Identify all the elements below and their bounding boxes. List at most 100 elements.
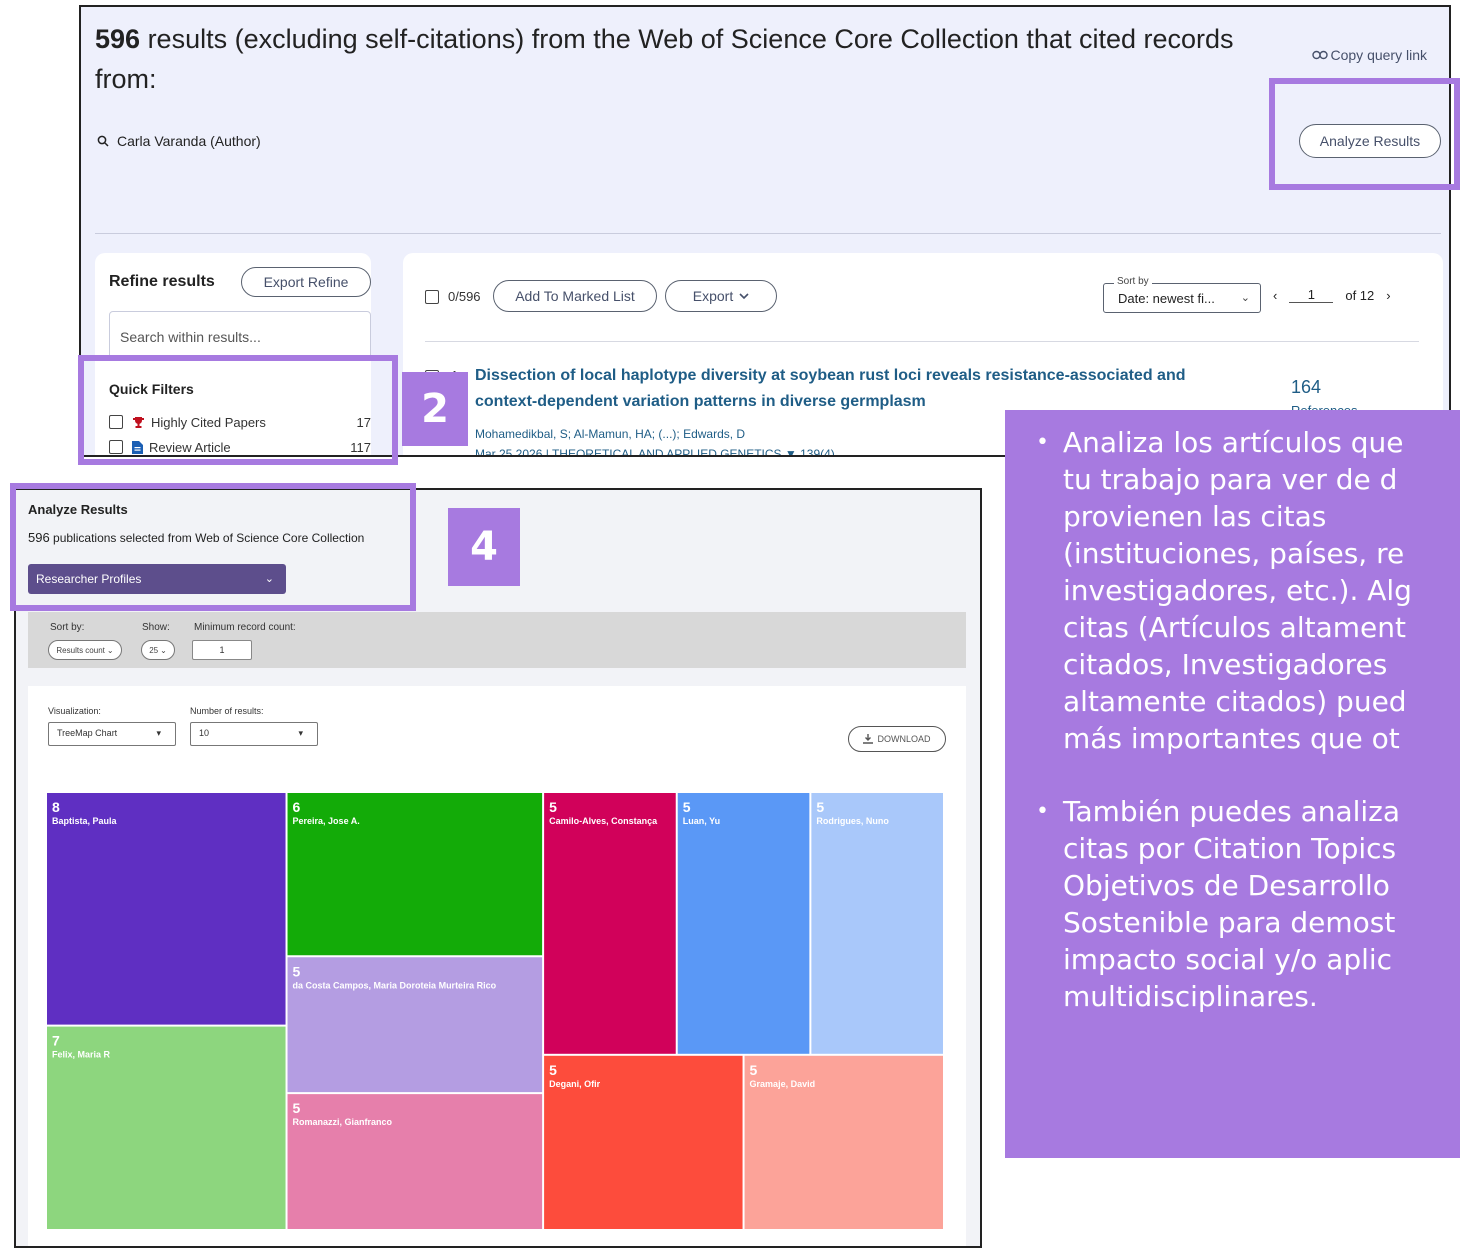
treemap-value-label: 5 bbox=[293, 1100, 301, 1116]
results-count: 596 bbox=[95, 24, 141, 54]
treemap-rect[interactable] bbox=[811, 793, 943, 1054]
treemap-value-label: 8 bbox=[52, 799, 60, 815]
next-page-icon[interactable]: › bbox=[1386, 288, 1390, 303]
bullet-icon: • bbox=[1036, 430, 1049, 455]
page-total: of 12 bbox=[1345, 287, 1375, 303]
page-input[interactable]: 1 bbox=[1289, 287, 1334, 303]
treemap-cell[interactable]: 5Degani, Ofir bbox=[544, 1055, 743, 1229]
pagination: ‹ 1 of 12 › bbox=[1273, 287, 1391, 303]
prev-page-icon[interactable]: ‹ bbox=[1273, 288, 1277, 303]
treemap-value-label: 5 bbox=[549, 799, 557, 815]
treemap-value-label: 6 bbox=[293, 799, 301, 815]
treemap-cell[interactable]: 5Luan, Yu bbox=[677, 793, 810, 1054]
export-button[interactable]: Export bbox=[665, 280, 777, 312]
chevron-down-icon bbox=[739, 292, 749, 299]
number-of-results-value: 10 bbox=[199, 728, 210, 738]
treemap-cell[interactable]: 5Camilo-Alves, Constança bbox=[544, 793, 676, 1054]
caret-down-icon: ▾ bbox=[298, 728, 303, 738]
highlight-analyze-results bbox=[1269, 78, 1460, 190]
treemap-rect[interactable] bbox=[287, 1094, 543, 1229]
visualization-select[interactable]: TreeMap Chart ▾ bbox=[48, 722, 176, 746]
show-pill[interactable]: 25 ⌄ bbox=[141, 640, 175, 660]
treemap-rect[interactable] bbox=[287, 957, 543, 1093]
min-count-label: Minimum record count: bbox=[194, 622, 296, 633]
step-badge-2: 2 bbox=[402, 372, 468, 446]
record-title-link[interactable]: Dissection of local haplotype diversity … bbox=[475, 363, 1195, 415]
number-of-results-select[interactable]: 10 ▾ bbox=[190, 722, 318, 746]
sort-by-pill[interactable]: Results count ⌄ bbox=[48, 640, 122, 660]
treemap-rect[interactable] bbox=[677, 793, 810, 1054]
results-headline-text: results (excluding self-citations) from … bbox=[95, 24, 1234, 94]
treemap-name-label: Gramaje, David bbox=[750, 1079, 816, 1089]
add-to-marked-list-button[interactable]: Add To Marked List bbox=[493, 280, 657, 312]
treemap-rect[interactable] bbox=[47, 793, 286, 1025]
treemap-name-label: Degani, Ofir bbox=[549, 1079, 601, 1089]
query-chip: Carla Varanda (Author) bbox=[97, 133, 261, 149]
sort-by-value: Results count bbox=[56, 645, 105, 655]
chevron-down-icon: ⌄ bbox=[106, 645, 114, 655]
export-label: Export bbox=[692, 288, 734, 304]
treemap-value-label: 5 bbox=[816, 799, 824, 815]
treemap-name-label: Rodrigues, Nuno bbox=[816, 816, 889, 826]
info-text: También puedes analiza citas por Citatio… bbox=[1063, 795, 1401, 1013]
treemap-cell[interactable]: 5Romanazzi, Gianfranco bbox=[287, 1094, 543, 1229]
query-text: Carla Varanda (Author) bbox=[117, 133, 261, 149]
treemap-value-label: 5 bbox=[683, 799, 691, 815]
highlight-analyze-header bbox=[10, 483, 416, 611]
chevron-down-icon: ⌄ bbox=[160, 645, 167, 655]
info-item: • Analiza los artículos que tu trabajo pa… bbox=[1005, 424, 1460, 757]
highlight-quick-filters bbox=[78, 355, 398, 465]
bullet-icon: • bbox=[1036, 799, 1049, 824]
treemap-cell[interactable]: 5Gramaje, David bbox=[744, 1055, 943, 1229]
results-headline: 596 results (excluding self-citations) f… bbox=[95, 19, 1275, 99]
record-authors[interactable]: Mohamedikbal, S; Al-Mamun, HA; (...); Ed… bbox=[475, 427, 745, 441]
min-count-input[interactable]: 1 bbox=[192, 640, 252, 660]
show-value: 25 bbox=[149, 645, 159, 655]
treemap-value-label: 5 bbox=[750, 1062, 758, 1078]
info-callout: • Analiza los artículos que tu trabajo pa… bbox=[1005, 410, 1460, 1158]
link-icon bbox=[1311, 50, 1328, 60]
visualization-value: TreeMap Chart bbox=[57, 728, 118, 738]
search-within-input[interactable]: Search within results... bbox=[109, 311, 371, 361]
copy-query-link-label: Copy query link bbox=[1330, 47, 1428, 63]
refine-results-title: Refine results bbox=[109, 273, 215, 290]
select-all[interactable]: 0/596 bbox=[425, 289, 481, 304]
caret-down-icon: ▾ bbox=[156, 728, 161, 738]
visualization-card: 8 Baptista, Paula 7 Felix, Maria R 6 Pereira,… bbox=[28, 686, 966, 1246]
step-badge-4: 4 bbox=[448, 508, 520, 586]
info-item: • También puedes analiza citas por Citati… bbox=[1005, 793, 1460, 1015]
treemap-cell[interactable]: 5da Costa Campos, Maria Doroteia Murteir… bbox=[287, 957, 543, 1093]
selected-count: 0/596 bbox=[448, 289, 481, 304]
treemap-name-label: Romanazzi, Gianfranco bbox=[293, 1117, 393, 1127]
treemap-cell[interactable]: 5Rodrigues, Nuno bbox=[811, 793, 943, 1054]
chevron-down-icon: ⌄ bbox=[1240, 292, 1250, 304]
sort-by-label: Sort by bbox=[1114, 276, 1152, 287]
references-count[interactable]: 164 bbox=[1291, 377, 1321, 398]
treemap-value-label: 7 bbox=[52, 1033, 60, 1049]
select-all-checkbox[interactable] bbox=[425, 289, 439, 304]
sort-options-bar: Sort by: Results count ⌄ Show: 25 ⌄ Minimu… bbox=[28, 612, 966, 668]
treemap-name-label: Baptista, Paula bbox=[52, 816, 118, 826]
treemap-rect[interactable] bbox=[544, 793, 676, 1054]
sort-by-label: Sort by: bbox=[50, 622, 85, 633]
download-button[interactable]: DOWNLOAD bbox=[848, 726, 946, 752]
info-text: Analiza los artículos que tu trabajo par… bbox=[1063, 426, 1412, 755]
visualization-label: Visualization: bbox=[48, 706, 101, 716]
treemap-name-label: Pereira, Jose A. bbox=[293, 816, 360, 826]
treemap-cell[interactable]: 7Felix, Maria R bbox=[47, 1026, 286, 1229]
treemap-cell[interactable]: 6Pereira, Jose A. bbox=[287, 793, 543, 956]
download-icon bbox=[863, 734, 874, 744]
treemap-chart: 8Baptista, Paula7Felix, Maria R6Pereira,… bbox=[47, 793, 943, 1229]
treemap-name-label: Luan, Yu bbox=[683, 816, 720, 826]
treemap-value-label: 5 bbox=[549, 1062, 557, 1078]
sort-by-select[interactable]: Sort by Date: newest fi... ⌄ bbox=[1103, 276, 1261, 313]
show-label: Show: bbox=[142, 622, 170, 633]
treemap-name-label: Felix, Maria R bbox=[52, 1050, 111, 1060]
treemap-name-label: Camilo-Alves, Constança bbox=[549, 816, 658, 826]
treemap-cell[interactable]: 8Baptista, Paula bbox=[47, 793, 286, 1025]
export-refine-button[interactable]: Export Refine bbox=[241, 267, 371, 297]
treemap-value-label: 5 bbox=[293, 963, 301, 979]
download-label: DOWNLOAD bbox=[877, 734, 931, 744]
copy-query-link[interactable]: Copy query link bbox=[1311, 47, 1428, 63]
record-source: Mar 25 2026 | THEORETICAL AND APPLIED GE… bbox=[475, 447, 835, 457]
